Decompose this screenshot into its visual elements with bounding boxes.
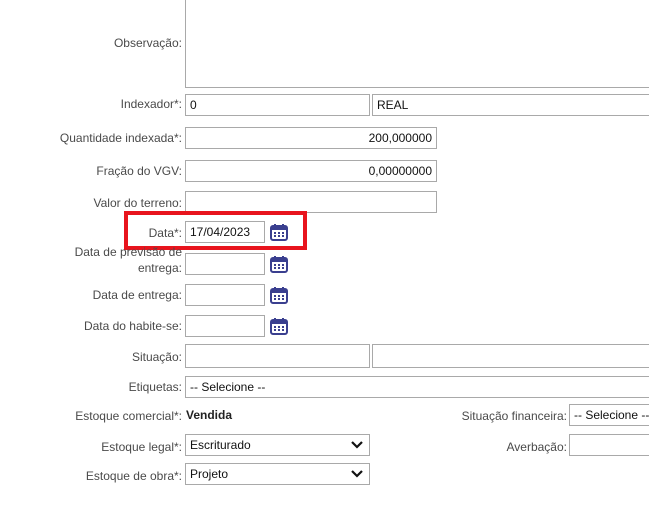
entrega-label: Data de entrega: — [92, 288, 182, 302]
etiquetas-select[interactable]: -- Selecione -- — [185, 376, 649, 398]
estoque-legal-select[interactable]: Escriturado — [185, 434, 370, 456]
calendar-icon[interactable] — [270, 255, 288, 273]
etiquetas-label: Etiquetas: — [128, 380, 182, 394]
chevron-down-icon — [351, 470, 363, 478]
previsao-label-line1: Data de previsão de — [74, 245, 182, 259]
estoque-obra-selected: Projeto — [190, 467, 229, 481]
observacao-label: Observação: — [113, 36, 182, 50]
quantidade-input[interactable]: 200,000000 — [185, 127, 437, 149]
situacao-financeira-label: Situação financeira: — [461, 409, 567, 423]
habite-label: Data do habite-se: — [83, 319, 182, 333]
observacao-textarea[interactable] — [185, 0, 649, 88]
calendar-icon[interactable] — [270, 317, 288, 335]
fracao-label: Fração do VGV: — [96, 164, 182, 178]
situacao-label: Situação: — [131, 350, 182, 364]
situacao-code-input[interactable] — [185, 344, 370, 368]
indexador-code-input[interactable]: 0 — [185, 94, 370, 116]
calendar-icon[interactable] — [270, 286, 288, 304]
situacao-financeira-select[interactable]: -- Selecione -- — [569, 404, 649, 426]
averbacao-label: Averbação: — [506, 440, 568, 454]
chevron-down-icon — [351, 441, 363, 449]
estoque-obra-select[interactable]: Projeto — [185, 463, 370, 485]
terreno-label: Valor do terreno: — [93, 196, 183, 210]
estoque-legal-label: Estoque legal*: — [101, 440, 182, 454]
estoque-legal-selected: Escriturado — [190, 438, 251, 452]
estoque-obra-label: Estoque de obra*: — [85, 469, 182, 483]
situacao-desc-input[interactable] — [372, 344, 649, 368]
previsao-label-line2: entrega: — [137, 261, 182, 275]
previsao-input[interactable] — [185, 253, 265, 275]
terreno-input[interactable] — [185, 191, 437, 213]
indexador-name-input[interactable]: REAL — [372, 94, 649, 116]
indexador-label: Indexador*: — [120, 97, 182, 111]
averbacao-input[interactable] — [569, 434, 649, 456]
habite-input[interactable] — [185, 315, 265, 337]
estoque-comercial-value: Vendida — [186, 408, 233, 422]
entrega-input[interactable] — [185, 284, 265, 306]
quantidade-label: Quantidade indexada*: — [59, 131, 182, 145]
estoque-comercial-label: Estoque comercial*: — [75, 409, 182, 423]
fracao-input[interactable]: 0,00000000 — [185, 160, 437, 182]
